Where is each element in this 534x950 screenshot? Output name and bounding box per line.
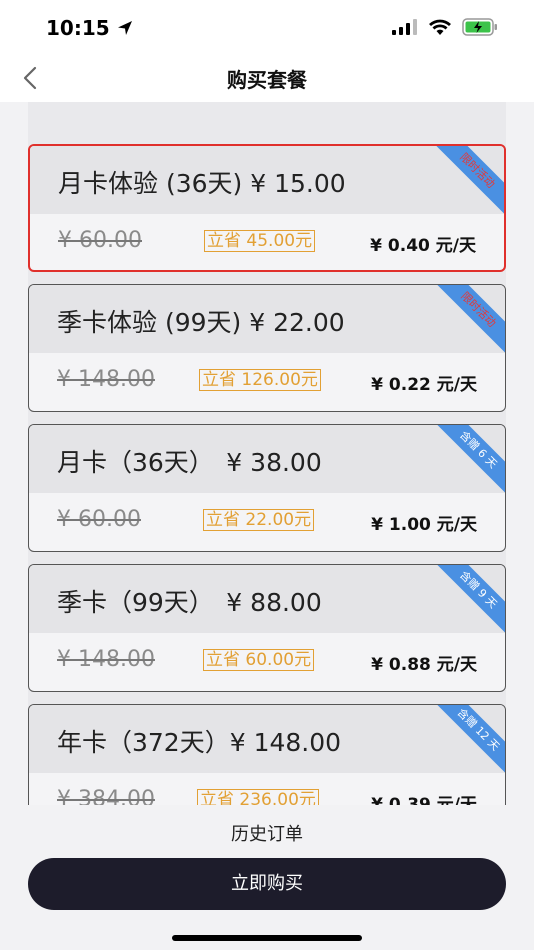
- daily-price: ¥ 1.00 元/天: [371, 515, 477, 535]
- plan-card-header: 月卡体验 (36天) ¥ 15.00: [30, 146, 504, 214]
- plan-card-yearly[interactable]: 年卡（372天）¥ 148.00 ¥ 384.00 立省 236.00元 ¥ 0…: [28, 704, 506, 805]
- original-price: ¥ 60.00: [58, 228, 142, 253]
- plan-card-quarterly-trial[interactable]: 季卡体验 (99天) ¥ 22.00 ¥ 148.00 立省 126.00元 ¥…: [28, 284, 506, 412]
- plan-card-footer: ¥ 60.00 立省 22.00元 ¥ 1.00 元/天: [29, 493, 505, 551]
- nav-bar: 购买套餐: [0, 56, 534, 102]
- original-price: ¥ 148.00: [57, 367, 155, 392]
- original-price: ¥ 148.00: [57, 647, 155, 672]
- plan-card-monthly[interactable]: 月卡（36天） ¥ 38.00 ¥ 60.00 立省 22.00元 ¥ 1.00…: [28, 424, 506, 552]
- plan-card-header: 季卡（99天） ¥ 88.00: [29, 565, 505, 633]
- page-title: 购买套餐: [227, 68, 307, 92]
- status-time: 10:15: [46, 16, 134, 40]
- plan-card-footer: ¥ 384.00 立省 236.00元 ¥ 0.39 元/天: [29, 773, 505, 805]
- plan-title: 季卡体验 (99天) ¥ 22.00: [57, 308, 345, 337]
- plan-title: 月卡体验 (36天) ¥ 15.00: [58, 169, 346, 198]
- plan-card-quarterly[interactable]: 季卡（99天） ¥ 88.00 ¥ 148.00 立省 60.00元 ¥ 0.8…: [28, 564, 506, 692]
- plan-card-footer: ¥ 148.00 立省 126.00元 ¥ 0.22 元/天: [29, 353, 505, 411]
- status-bar: 10:15: [0, 0, 534, 56]
- plan-card-footer: ¥ 148.00 立省 60.00元 ¥ 0.88 元/天: [29, 633, 505, 691]
- save-badge: 立省 45.00元: [204, 230, 316, 252]
- save-badge: 立省 126.00元: [199, 369, 321, 391]
- home-indicator: [172, 935, 362, 941]
- status-time-text: 10:15: [46, 16, 110, 40]
- save-badge: 立省 236.00元: [197, 789, 319, 805]
- battery-charging-icon: [462, 18, 497, 36]
- plan-title: 年卡（372天）¥ 148.00: [57, 728, 342, 757]
- daily-price: ¥ 0.40 元/天: [370, 236, 476, 256]
- location-arrow-icon: [117, 21, 132, 35]
- plan-list[interactable]: 月卡体验 (36天) ¥ 15.00 ¥ 60.00 立省 45.00元 ¥ 0…: [28, 102, 506, 805]
- original-price: ¥ 384.00: [57, 787, 155, 805]
- daily-price: ¥ 0.22 元/天: [371, 375, 477, 395]
- wifi-icon: [429, 19, 451, 35]
- daily-price: ¥ 0.39 元/天: [371, 795, 477, 805]
- original-price: ¥ 60.00: [57, 507, 141, 532]
- plan-title: 季卡（99天） ¥ 88.00: [57, 588, 322, 617]
- buy-now-button[interactable]: 立即购买: [28, 858, 506, 910]
- save-badge: 立省 22.00元: [203, 509, 315, 531]
- plan-card-monthly-trial[interactable]: 月卡体验 (36天) ¥ 15.00 ¥ 60.00 立省 45.00元 ¥ 0…: [28, 144, 506, 272]
- plan-title: 月卡（36天） ¥ 38.00: [57, 448, 322, 477]
- daily-price: ¥ 0.88 元/天: [371, 655, 477, 675]
- plan-card-header: 季卡体验 (99天) ¥ 22.00: [29, 285, 505, 353]
- order-history-link[interactable]: 历史订单: [0, 820, 534, 846]
- plan-card-footer: ¥ 60.00 立省 45.00元 ¥ 0.40 元/天: [30, 214, 504, 270]
- save-badge: 立省 60.00元: [203, 649, 315, 671]
- plan-card-header: 年卡（372天）¥ 148.00: [29, 705, 505, 773]
- signal-icon: [392, 19, 417, 35]
- status-icons: [392, 18, 498, 36]
- plan-card-header: 月卡（36天） ¥ 38.00: [29, 425, 505, 493]
